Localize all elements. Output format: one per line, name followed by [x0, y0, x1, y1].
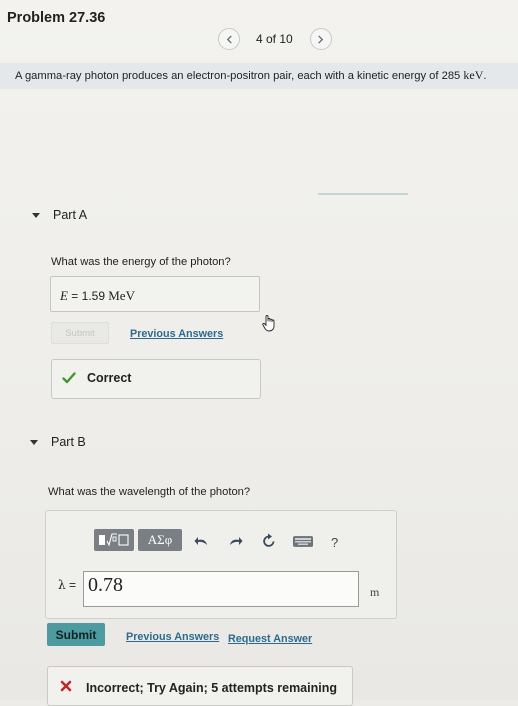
lambda-equals: = — [65, 578, 76, 592]
templates-button[interactable] — [94, 529, 134, 551]
part-a-submit-button[interactable]: Submit — [51, 322, 109, 344]
chevron-left-icon — [226, 34, 232, 44]
x-mark-icon — [60, 680, 72, 692]
part-a-label[interactable]: Part A — [53, 208, 87, 222]
request-answer-link[interactable]: Request Answer — [228, 633, 312, 645]
answer-equals: = — [67, 289, 82, 303]
part-a-collapse-icon[interactable] — [32, 213, 40, 218]
part-a-previous-answers-link[interactable]: Previous Answers — [130, 328, 223, 340]
part-a-feedback-box — [51, 359, 261, 399]
answer-unit: MeV — [105, 288, 135, 303]
wavelength-unit: m — [370, 585, 380, 599]
previous-button[interactable] — [218, 28, 240, 50]
problem-statement-end: . — [483, 70, 487, 82]
problem-statement-text: A gamma-ray photon produces an electron-… — [15, 70, 464, 82]
next-button[interactable] — [309, 28, 332, 50]
part-a-feedback: Correct — [87, 371, 132, 385]
part-b-feedback: Incorrect; Try Again; 5 attempts remaini… — [86, 681, 337, 695]
checkmark-icon — [62, 372, 76, 384]
lambda-label: λ = — [58, 578, 76, 592]
wavelength-input-value[interactable]: 0.78 — [88, 574, 123, 597]
chevron-right-icon — [318, 34, 324, 44]
part-b-previous-answers-link[interactable]: Previous Answers — [126, 631, 219, 643]
pager: 4 of 10 — [218, 28, 332, 50]
lambda-symbol: λ — [58, 578, 66, 592]
part-b-collapse-icon[interactable] — [30, 440, 38, 445]
reset-icon[interactable] — [262, 533, 276, 548]
templates-icon — [99, 533, 129, 547]
hand-cursor-icon — [262, 315, 275, 332]
part-a-question: What was the energy of the photon? — [51, 256, 231, 268]
wavelength-input[interactable] — [83, 571, 359, 607]
answer-value: 1.59 — [81, 289, 105, 303]
undo-icon[interactable] — [194, 535, 208, 547]
symbols-button[interactable]: ΑΣφ — [138, 529, 182, 551]
redo-icon[interactable] — [229, 535, 243, 547]
help-button[interactable]: ? — [331, 535, 338, 550]
problem-title: Problem 27.36 — [7, 10, 106, 26]
answer-variable: E — [60, 288, 68, 303]
keyboard-icon[interactable] — [293, 536, 313, 547]
problem-statement: A gamma-ray photon produces an electron-… — [15, 68, 487, 83]
part-a-answer: E = 1.59 MeV — [60, 288, 135, 304]
part-b-submit-button[interactable]: Submit — [47, 623, 105, 646]
part-b-label[interactable]: Part B — [51, 435, 86, 449]
problem-unit: keV — [463, 68, 484, 82]
pager-text: 4 of 10 — [256, 32, 293, 46]
part-b-question: What was the wavelength of the photon? — [48, 486, 251, 498]
divider-accent — [318, 193, 408, 195]
